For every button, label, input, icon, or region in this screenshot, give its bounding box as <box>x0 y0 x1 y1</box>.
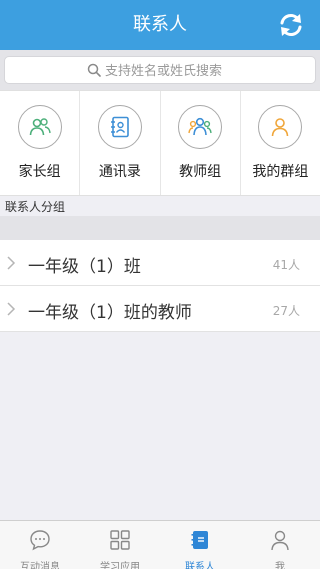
chat-icon <box>30 530 50 551</box>
member-count: 27人 <box>272 304 300 318</box>
search-icon <box>87 63 101 77</box>
group-shortcuts: 家长组 通讯录 教师组 我的群组 <box>0 90 320 196</box>
search-box[interactable] <box>4 56 316 84</box>
bottom-tab-bar: 互动消息 学习应用 联系人 我 <box>0 520 320 569</box>
tab-me[interactable]: 我 <box>240 521 320 569</box>
group-label: 教师组 <box>179 164 222 180</box>
address-book-icon <box>110 116 129 138</box>
group-label: 我的群组 <box>252 164 309 180</box>
group-icon-circle <box>17 105 62 149</box>
group-label: 通讯录 <box>98 164 141 180</box>
group-icon-circle <box>258 105 303 149</box>
group-address-book[interactable]: 通讯录 <box>80 91 161 195</box>
group-my-groups[interactable]: 我的群组 <box>241 91 320 195</box>
chevron-right-icon <box>7 302 16 316</box>
tab-contacts[interactable]: 联系人 <box>160 521 240 569</box>
my-group-icon <box>272 118 289 137</box>
contacts-icon <box>191 531 208 549</box>
tab-apps[interactable]: 学习应用 <box>80 521 160 569</box>
section-header: 联系人分组 <box>5 200 66 214</box>
group-teachers[interactable]: 教师组 <box>161 91 241 195</box>
group-parents[interactable]: 家长组 <box>0 91 81 195</box>
tab-label: 联系人 <box>185 562 215 569</box>
parents-icon <box>29 118 51 136</box>
search-bar-container <box>0 50 320 90</box>
refresh-icon[interactable] <box>278 12 304 38</box>
tab-label: 我 <box>275 562 285 569</box>
search-input[interactable] <box>105 60 305 82</box>
group-name: 一年级（1）班 <box>28 257 141 277</box>
group-label: 家长组 <box>18 164 61 180</box>
group-name: 一年级（1）班的教师 <box>28 303 192 323</box>
tab-messages[interactable]: 互动消息 <box>0 521 80 569</box>
teachers-icon <box>188 117 212 136</box>
list-item[interactable]: 一年级（1）班的教师 27人 <box>0 286 320 332</box>
section-divider <box>0 216 320 240</box>
contact-group-list: 一年级（1）班 41人 一年级（1）班的教师 27人 <box>0 240 320 332</box>
person-icon <box>271 530 289 551</box>
member-count: 41人 <box>272 258 300 272</box>
group-icon-circle <box>178 105 223 149</box>
page-title: 联系人 <box>133 14 187 35</box>
group-icon-circle <box>97 105 142 149</box>
apps-grid-icon <box>110 530 130 550</box>
top-navigation-bar: 联系人 <box>0 0 320 50</box>
list-item[interactable]: 一年级（1）班 41人 <box>0 240 320 286</box>
tab-label: 学习应用 <box>100 562 140 569</box>
chevron-right-icon <box>7 256 16 270</box>
tab-label: 互动消息 <box>20 562 60 569</box>
